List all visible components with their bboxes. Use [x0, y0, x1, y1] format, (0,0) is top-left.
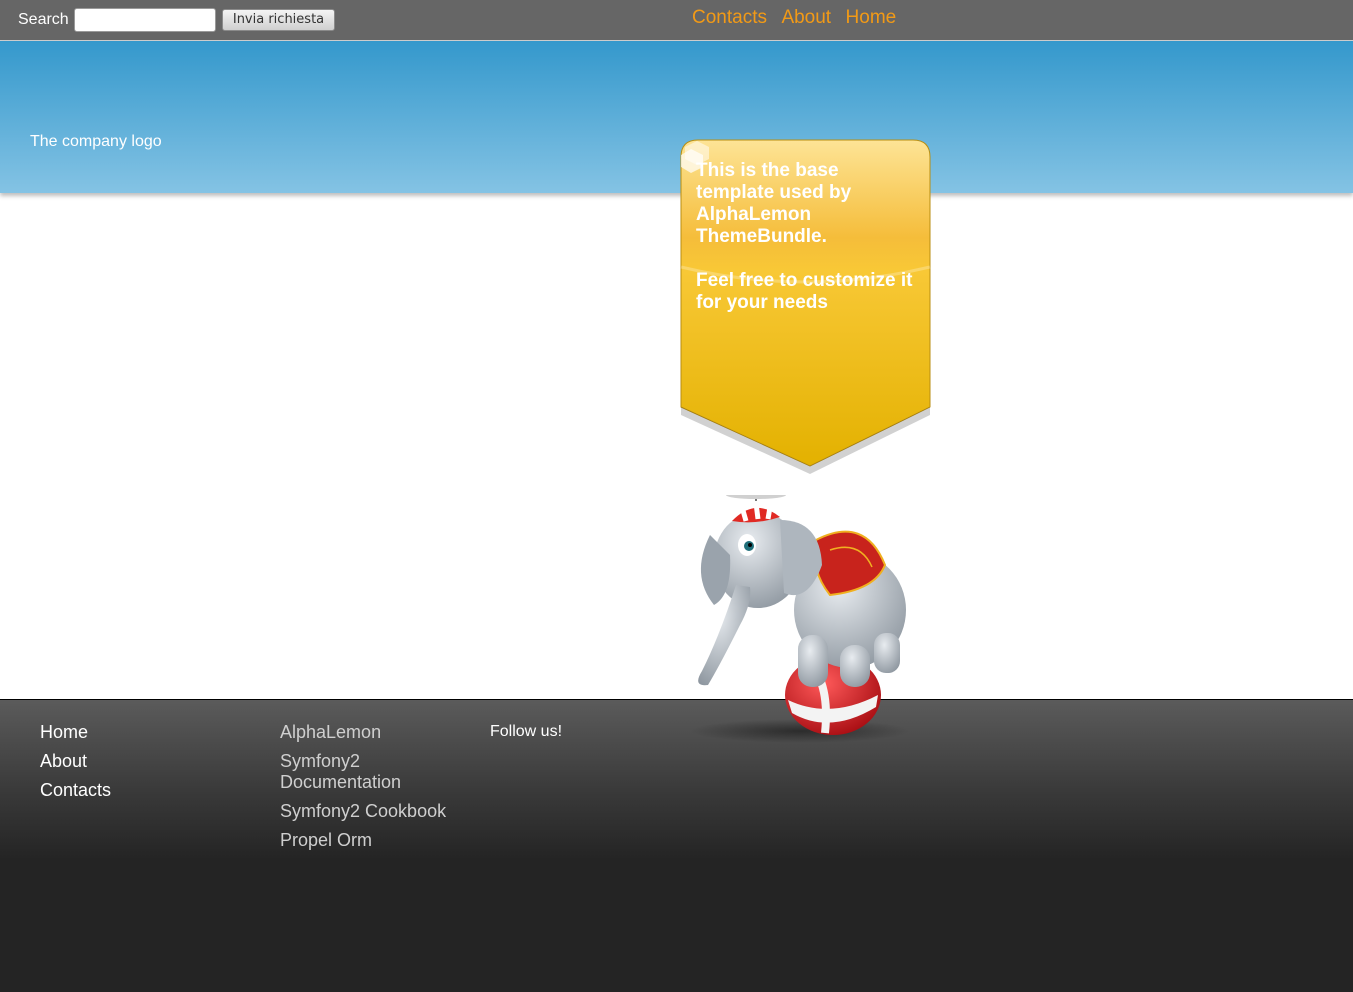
search-input[interactable]	[74, 8, 216, 32]
nav-link-about[interactable]: About	[781, 7, 831, 28]
follow-us-label: Follow us!	[490, 723, 563, 740]
banner-text-customize: Feel free to customize it for your needs	[696, 270, 913, 313]
top-bar: Search Invia richiesta Contacts About Ho…	[0, 0, 1353, 41]
nav-link-contacts[interactable]: Contacts	[692, 7, 767, 28]
welcome-banner: This is the base template used by AlphaL…	[679, 139, 933, 475]
banner-text-intro: This is the base template used by AlphaL…	[696, 160, 852, 247]
elephant-on-ball-illustration	[690, 495, 910, 743]
footer-link-symfony2-documentation[interactable]: Symfony2 Documentation	[280, 751, 460, 793]
top-nav: Contacts About Home	[692, 7, 906, 31]
footer: Home About Contacts AlphaLemon Symfony2 …	[0, 699, 1353, 992]
footer-link-contacts[interactable]: Contacts	[40, 780, 111, 801]
footer-link-propel-orm[interactable]: Propel Orm	[280, 830, 460, 851]
banner-text: This is the base template used by AlphaL…	[696, 160, 918, 314]
company-logo: The company logo	[30, 133, 162, 150]
footer-nav: Home About Contacts	[40, 722, 111, 809]
footer-link-alphalemon[interactable]: AlphaLemon	[280, 722, 460, 743]
search-label: Search	[18, 11, 69, 28]
nav-link-home[interactable]: Home	[846, 7, 897, 28]
header-band: The company logo	[0, 41, 1353, 193]
footer-resources: AlphaLemon Symfony2 Documentation Symfon…	[280, 722, 460, 859]
search-submit-button[interactable]: Invia richiesta	[222, 9, 335, 31]
footer-link-home[interactable]: Home	[40, 722, 111, 743]
footer-link-symfony2-cookbook[interactable]: Symfony2 Cookbook	[280, 801, 460, 822]
footer-link-about[interactable]: About	[40, 751, 111, 772]
